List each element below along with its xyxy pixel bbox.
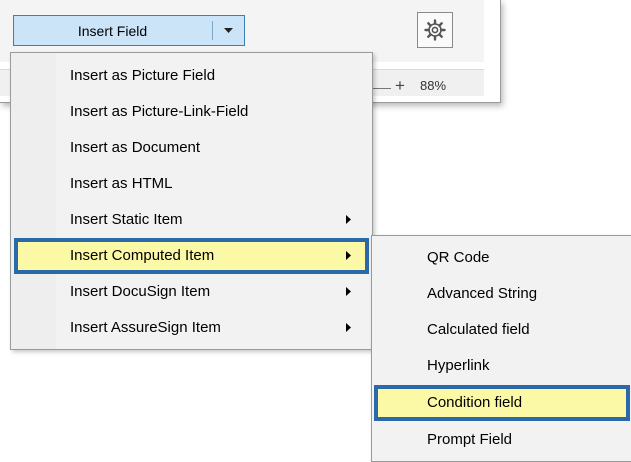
gear-icon [424, 19, 446, 41]
menu-item-insert-static-item[interactable]: Insert Static Item [14, 202, 369, 238]
submenu-item-label: Condition field [427, 394, 523, 411]
submenu-arrow-icon [346, 215, 351, 224]
menu-item-label: Insert as Document [70, 139, 201, 156]
submenu-item-label: Advanced String [427, 285, 538, 302]
menu-item-insert-as-document[interactable]: Insert as Document [14, 130, 369, 166]
submenu-item-calculated-field[interactable]: Calculated field [374, 312, 630, 348]
zoom-in-button[interactable]: + [395, 76, 405, 96]
submenu-item-prompt-field[interactable]: Prompt Field [374, 422, 630, 458]
insert-field-button[interactable]: Insert Field [14, 16, 211, 45]
zoom-level: 88% [420, 78, 447, 93]
insert-field-dropdown-button[interactable] [213, 16, 244, 45]
insert-field-split-button[interactable]: Insert Field [13, 15, 245, 46]
menu-item-insert-as-picture-link-field[interactable]: Insert as Picture-Link-Field [14, 94, 369, 130]
submenu-item-hyperlink[interactable]: Hyperlink [374, 348, 630, 384]
menu-item-insert-as-picture-field[interactable]: Insert as Picture Field [14, 58, 369, 94]
submenu-item-advanced-string[interactable]: Advanced String [374, 276, 630, 312]
submenu-arrow-icon [346, 287, 351, 296]
menu-item-label: Insert Static Item [70, 211, 183, 228]
submenu-item-label: Hyperlink [427, 357, 490, 374]
submenu-arrow-icon [346, 251, 351, 260]
insert-field-menu: Insert as Picture Field Insert as Pictur… [10, 52, 373, 350]
menu-item-label: Insert AssureSign Item [70, 319, 221, 336]
menu-item-label: Insert as Picture-Link-Field [70, 103, 249, 120]
chevron-down-icon [224, 27, 233, 34]
submenu-item-condition-field[interactable]: Condition field [374, 385, 630, 421]
menu-item-insert-computed-item[interactable]: Insert Computed Item [14, 238, 369, 274]
submenu-arrow-icon [346, 323, 351, 332]
submenu-item-qr-code[interactable]: QR Code [374, 240, 630, 276]
menu-item-label: Insert as HTML [70, 175, 173, 192]
submenu-item-label: Calculated field [427, 321, 530, 338]
menu-item-insert-as-html[interactable]: Insert as HTML [14, 166, 369, 202]
menu-item-insert-assuresign-item[interactable]: Insert AssureSign Item [14, 310, 369, 346]
menu-item-label: Insert as Picture Field [70, 67, 216, 84]
menu-item-label: Insert DocuSign Item [70, 283, 211, 300]
computed-item-submenu: QR Code Advanced String Calculated field… [371, 235, 631, 462]
submenu-item-label: QR Code [427, 249, 490, 266]
menu-item-label: Insert Computed Item [70, 247, 215, 264]
settings-button[interactable] [417, 12, 453, 48]
menu-item-insert-docusign-item[interactable]: Insert DocuSign Item [14, 274, 369, 310]
submenu-item-label: Prompt Field [427, 431, 513, 448]
